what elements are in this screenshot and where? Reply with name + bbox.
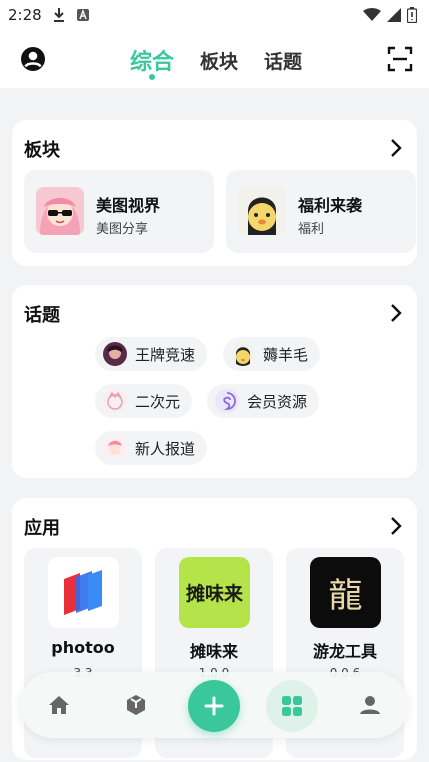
chevron-right-icon[interactable] <box>389 303 403 323</box>
app-name: photoo <box>51 638 115 657</box>
topic-anime-icon <box>103 389 127 413</box>
download-icon <box>53 8 64 22</box>
app-name: 摊味来 <box>189 642 238 661</box>
grid-icon <box>282 696 302 716</box>
topic-chip-vip[interactable]: 会员资源 <box>207 384 320 418</box>
app-name: 游龙工具 <box>312 642 377 661</box>
topics-title: 话题 <box>24 305 60 326</box>
board-name: 福利来袭 <box>298 196 363 215</box>
profile-icon <box>360 696 380 714</box>
topics-card: 话题 王牌竞速 薅羊毛 二次元 会员资源 新人报道 <box>12 285 417 478</box>
nav-profile[interactable] <box>346 681 394 729</box>
topic-chip-anime[interactable]: 二次元 <box>95 384 193 418</box>
boards-header[interactable]: 板块 <box>24 136 405 161</box>
battery-icon <box>407 7 417 23</box>
tab-topics[interactable]: 话题 <box>264 47 302 74</box>
signal-icon <box>387 8 401 22</box>
board-name: 美图视界 <box>96 196 161 215</box>
boards-title: 板块 <box>24 140 60 161</box>
home-icon <box>49 696 69 714</box>
bottom-nav <box>20 672 408 738</box>
board-subtitle: 福利 <box>298 222 325 237</box>
user-icon <box>21 47 45 71</box>
nav-boards[interactable] <box>112 681 160 729</box>
topic-newbie-icon <box>103 436 127 460</box>
user-avatar-button[interactable] <box>20 46 46 72</box>
boards-card: 板块 美图视界 美图分享 福利来袭 福利 <box>12 120 417 266</box>
top-tabs: 综合 板块 话题 <box>130 44 302 80</box>
nav-create-button[interactable] <box>188 680 240 732</box>
scan-icon <box>387 46 413 72</box>
top-bar: 综合 板块 话题 <box>0 30 429 88</box>
scan-button[interactable] <box>387 46 413 72</box>
topic-chip-newbie[interactable]: 新人报道 <box>95 431 208 465</box>
youlong-app-icon: 龍 <box>310 557 381 628</box>
board-anime-avatar <box>36 187 84 235</box>
topic-label: 会员资源 <box>247 392 308 411</box>
tab-boards[interactable]: 板块 <box>200 47 238 74</box>
active-tab-indicator <box>149 74 155 80</box>
cube-icon <box>127 695 145 715</box>
topic-wool-icon <box>231 342 255 366</box>
apps-header[interactable]: 应用 <box>24 514 405 539</box>
plus-icon <box>204 696 224 716</box>
topic-label: 二次元 <box>135 392 181 411</box>
chevron-right-icon[interactable] <box>389 138 403 158</box>
photoo-app-icon <box>48 557 119 628</box>
tab-comprehensive[interactable]: 综合 <box>130 44 174 80</box>
topic-vip-icon <box>215 389 239 413</box>
topic-chip-wool[interactable]: 薅羊毛 <box>223 337 321 371</box>
topic-racing-icon <box>103 342 127 366</box>
board-item-fuli[interactable]: 福利来袭 福利 <box>226 170 416 253</box>
nav-home[interactable] <box>35 681 83 729</box>
status-time: 2:28 <box>8 6 42 24</box>
apps-title: 应用 <box>24 518 60 539</box>
app-icon-text: 龍 <box>328 576 363 616</box>
status-bar: 2:28 <box>0 0 429 30</box>
topics-header[interactable]: 话题 <box>24 301 405 326</box>
board-item-meitu[interactable]: 美图视界 美图分享 <box>24 170 214 253</box>
app-notification-icon <box>76 9 89 21</box>
board-subtitle: 美图分享 <box>96 222 149 237</box>
wifi-icon <box>363 8 381 21</box>
topic-label: 王牌竞速 <box>135 345 196 364</box>
topic-label: 新人报道 <box>135 439 196 458</box>
board-duck-avatar <box>238 187 286 235</box>
app-icon-text: 摊味来 <box>185 583 243 605</box>
chevron-right-icon[interactable] <box>389 516 403 536</box>
topic-label: 薅羊毛 <box>263 345 309 364</box>
nav-apps[interactable] <box>266 680 318 732</box>
topic-chip-racing[interactable]: 王牌竞速 <box>95 337 208 371</box>
tanweilai-app-icon: 摊味来 <box>179 557 250 628</box>
